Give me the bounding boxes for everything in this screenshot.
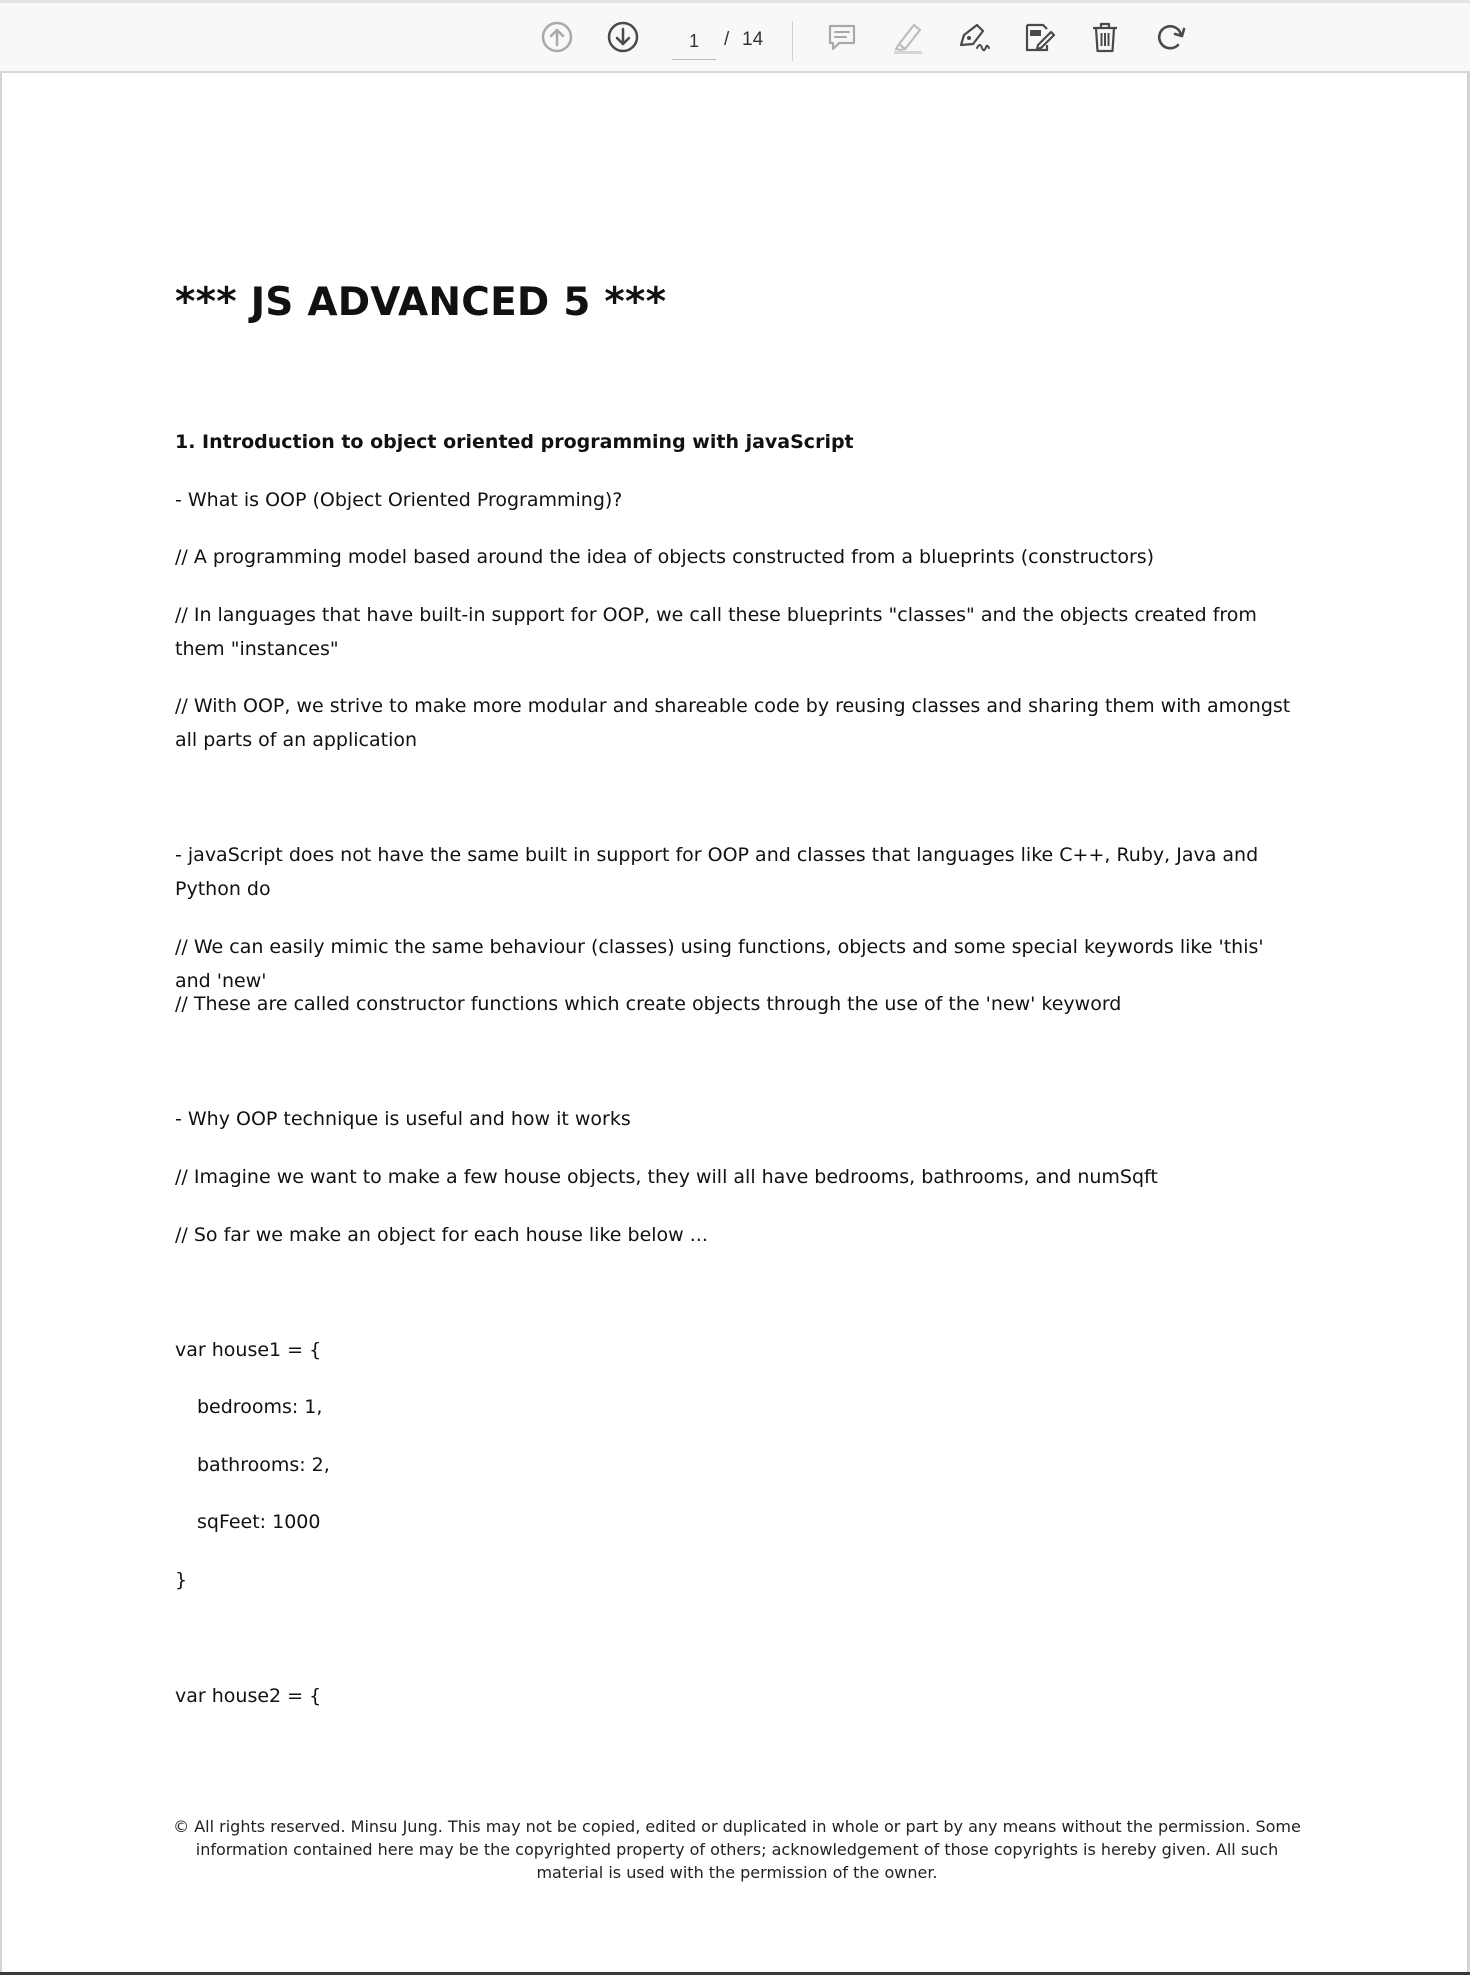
page-number-input[interactable] <box>672 23 716 60</box>
code-line: bathrooms: 2, <box>197 1454 330 1476</box>
section-heading: 1. Introduction to object oriented progr… <box>175 431 854 453</box>
arrow-down-circle-icon[interactable] <box>603 17 643 57</box>
code-line: var house2 = { <box>175 1685 322 1707</box>
code-line: var house1 = { <box>175 1339 322 1361</box>
text-line: // Imagine we want to make a few house o… <box>175 1166 1158 1188</box>
text-line: // A programming model based around the … <box>175 546 1155 568</box>
text-line: - Why OOP technique is useful and how it… <box>175 1108 631 1130</box>
toolbar-divider <box>792 21 793 61</box>
comment-icon[interactable] <box>822 17 862 57</box>
text-line: // These are called constructor function… <box>175 993 1122 1015</box>
code-line: } <box>175 1569 188 1591</box>
text-line: // With OOP, we strive to make more modu… <box>175 695 1291 751</box>
pen-sign-icon[interactable] <box>953 17 993 57</box>
highlighter-icon[interactable] <box>888 17 928 57</box>
text-line: - javaScript does not have the same buil… <box>175 844 1259 900</box>
edit-document-icon[interactable] <box>1019 17 1059 57</box>
text-line: - What is OOP (Object Oriented Programmi… <box>175 489 623 511</box>
arrow-up-circle-icon[interactable] <box>537 17 577 57</box>
pdf-viewer: / 14 <box>0 0 1470 1975</box>
text-line: // So far we make an object for each hou… <box>175 1224 708 1246</box>
text-line: // In languages that have built-in suppo… <box>175 604 1257 660</box>
trash-icon[interactable] <box>1085 17 1125 57</box>
code-line: bedrooms: 1, <box>197 1396 323 1418</box>
rotate-icon[interactable] <box>1151 17 1191 57</box>
page-separator: / <box>724 29 730 50</box>
code-line: sqFeet: 1000 <box>197 1511 321 1533</box>
page-total: 14 <box>742 29 764 50</box>
copyright-footer: © All rights reserved. Minsu Jung. This … <box>173 1817 1301 1882</box>
document-page: *** JS ADVANCED 5 *** 1. Introduction to… <box>1 73 1468 1973</box>
document-title: *** JS ADVANCED 5 *** <box>175 280 667 325</box>
toolbar: / 14 <box>0 0 1470 72</box>
